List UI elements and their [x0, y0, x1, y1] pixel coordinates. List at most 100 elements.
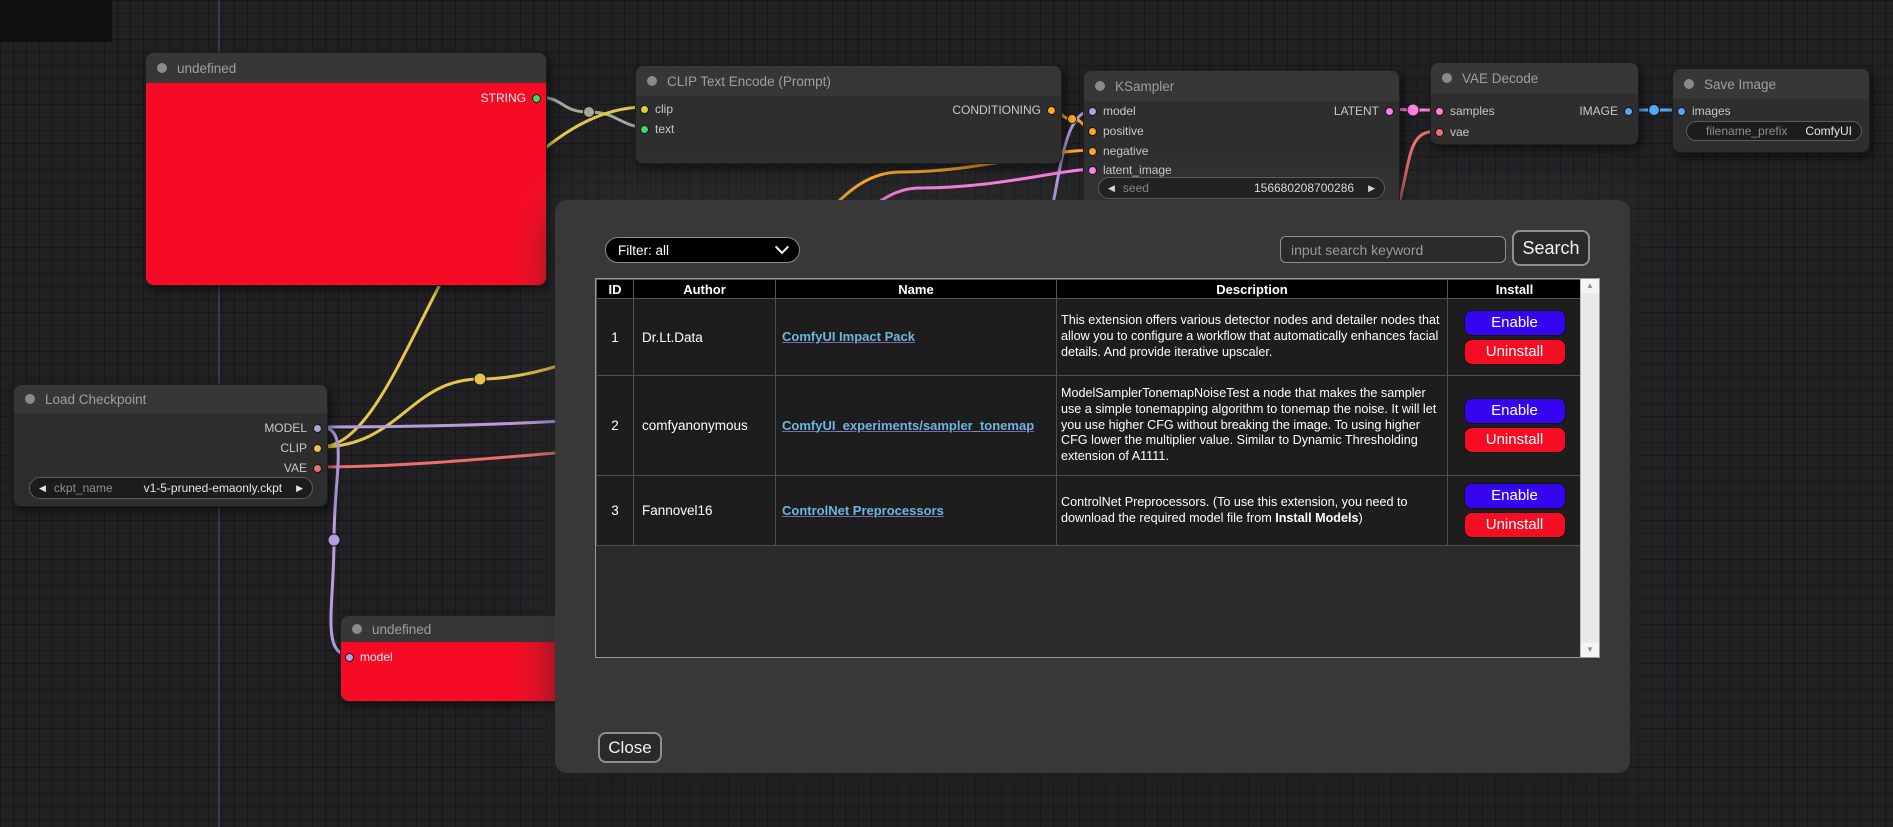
- input-slot-clip[interactable]: clip: [640, 102, 673, 116]
- enable-button[interactable]: Enable: [1464, 483, 1566, 509]
- filter-select[interactable]: Filter: all: [605, 237, 800, 263]
- scroll-down-icon[interactable]: ▼: [1581, 643, 1599, 657]
- node-undefined-bottom[interactable]: undefined model: [340, 615, 587, 702]
- comfyui-canvas[interactable]: undefined STRING CLIP Text Encode (Promp…: [0, 0, 1893, 827]
- node-collapse-dot[interactable]: [1442, 73, 1452, 83]
- cell-id: 2: [597, 376, 634, 476]
- input-slot-samples[interactable]: samples: [1435, 104, 1495, 118]
- slot-dot-vae[interactable]: [1435, 128, 1444, 137]
- cell-description: This extension offers various detector n…: [1057, 299, 1448, 376]
- enable-button[interactable]: Enable: [1464, 310, 1566, 336]
- node-undefined-top[interactable]: undefined STRING: [145, 52, 547, 286]
- link-dot-clip[interactable]: [474, 373, 486, 385]
- output-slot-clip[interactable]: CLIP: [280, 441, 322, 455]
- ckpt-name-widget[interactable]: ◀ ckpt_name v1-5-pruned-emaonly.ckpt ▶: [29, 477, 313, 499]
- cell-description: ControlNet Preprocessors. (To use this e…: [1057, 476, 1448, 546]
- slot-dot-clip[interactable]: [640, 105, 649, 114]
- slot-dot-samples[interactable]: [1435, 107, 1444, 116]
- seed-widget[interactable]: ◀ seed 156680208700286 ▶: [1098, 177, 1385, 199]
- node-collapse-dot[interactable]: [647, 76, 657, 86]
- slot-dot-images[interactable]: [1677, 107, 1686, 116]
- cell-name: ControlNet Preprocessors: [776, 476, 1057, 546]
- slot-dot-positive[interactable]: [1088, 127, 1097, 136]
- increment-arrow-icon[interactable]: ▶: [1368, 183, 1375, 194]
- slot-dot-image[interactable]: [1624, 107, 1633, 116]
- search-button[interactable]: Search: [1512, 230, 1590, 266]
- node-collapse-dot[interactable]: [1684, 79, 1694, 89]
- table-row: 3 Fannovel16 ControlNet Preprocessors Co…: [597, 476, 1582, 546]
- cell-description: ModelSamplerTonemapNoiseTest a node that…: [1057, 376, 1448, 476]
- node-clip-text-encode[interactable]: CLIP Text Encode (Prompt) clip text COND…: [635, 65, 1062, 164]
- slot-dot-model[interactable]: [1088, 107, 1097, 116]
- output-slot-string[interactable]: STRING: [481, 91, 541, 105]
- input-slot-negative[interactable]: negative: [1088, 144, 1148, 158]
- output-slot-image[interactable]: IMAGE: [1579, 104, 1633, 118]
- col-header-name: Name: [776, 280, 1057, 299]
- close-button[interactable]: Close: [598, 732, 662, 763]
- cell-author: Dr.Lt.Data: [634, 299, 776, 376]
- node-title: Save Image: [1704, 77, 1776, 92]
- link-dot-cond[interactable]: [1068, 115, 1077, 124]
- input-slot-vae[interactable]: vae: [1435, 125, 1469, 139]
- output-slot-vae[interactable]: VAE: [284, 461, 322, 475]
- slot-dot-vae[interactable]: [313, 464, 322, 473]
- node-title: undefined: [372, 622, 431, 637]
- link-dot-image[interactable]: [1649, 105, 1660, 116]
- slot-dot-latent-image[interactable]: [1088, 166, 1097, 175]
- search-input[interactable]: [1280, 236, 1506, 263]
- node-load-checkpoint[interactable]: Load Checkpoint MODEL CLIP VAE ◀ ckpt_na…: [13, 384, 328, 507]
- extension-table-container: ID Author Name Description Install 1 Dr.…: [595, 278, 1600, 658]
- output-slot-conditioning[interactable]: CONDITIONING: [952, 103, 1056, 117]
- slot-dot-clip[interactable]: [313, 444, 322, 453]
- link-dot-latent[interactable]: [1407, 104, 1419, 116]
- filename-prefix-widget[interactable]: filename_prefix ComfyUI: [1686, 121, 1862, 141]
- slot-dot-negative[interactable]: [1088, 147, 1097, 156]
- input-slot-latent-image[interactable]: latent_image: [1088, 163, 1172, 177]
- node-title: VAE Decode: [1462, 71, 1538, 86]
- slot-dot-model[interactable]: [313, 424, 322, 433]
- output-slot-latent[interactable]: LATENT: [1334, 104, 1394, 118]
- enable-button[interactable]: Enable: [1464, 398, 1566, 424]
- extension-link[interactable]: ComfyUI Impact Pack: [782, 329, 915, 344]
- slot-dot-model[interactable]: [345, 653, 354, 662]
- link-dot-string[interactable]: [584, 107, 595, 118]
- node-collapse-dot[interactable]: [157, 63, 167, 73]
- input-slot-text[interactable]: text: [640, 122, 674, 136]
- cell-author: Fannovel16: [634, 476, 776, 546]
- output-slot-model[interactable]: MODEL: [264, 421, 322, 435]
- node-title: CLIP Text Encode (Prompt): [667, 74, 831, 89]
- input-slot-positive[interactable]: positive: [1088, 124, 1144, 138]
- slot-dot-conditioning[interactable]: [1047, 106, 1056, 115]
- slot-dot-string[interactable]: [532, 94, 541, 103]
- input-slot-model[interactable]: model: [345, 650, 393, 664]
- link-dot-model[interactable]: [328, 534, 340, 546]
- uninstall-button[interactable]: Uninstall: [1464, 427, 1566, 453]
- node-collapse-dot[interactable]: [25, 394, 35, 404]
- node-collapse-dot[interactable]: [1095, 81, 1105, 91]
- table-row: 2 comfyanonymous ComfyUI_experiments/sam…: [597, 376, 1582, 476]
- node-vae-decode[interactable]: VAE Decode samples vae IMAGE: [1430, 62, 1639, 145]
- node-collapse-dot[interactable]: [352, 624, 362, 634]
- slot-dot-latent[interactable]: [1385, 107, 1394, 116]
- table-row: 1 Dr.Lt.Data ComfyUI Impact Pack This ex…: [597, 299, 1582, 376]
- extension-link[interactable]: ComfyUI_experiments/sampler_tonemap: [782, 418, 1034, 433]
- input-slot-model[interactable]: model: [1088, 104, 1136, 118]
- col-header-description: Description: [1057, 280, 1448, 299]
- table-scrollbar[interactable]: ▲ ▼: [1580, 279, 1599, 657]
- col-header-author: Author: [634, 280, 776, 299]
- extension-manager-dialog: Filter: all Search ID Author Name Descri…: [555, 200, 1630, 773]
- next-arrow-icon[interactable]: ▶: [296, 483, 303, 494]
- scroll-up-icon[interactable]: ▲: [1581, 279, 1599, 293]
- input-slot-images[interactable]: images: [1677, 104, 1731, 118]
- decrement-arrow-icon[interactable]: ◀: [1108, 183, 1115, 194]
- prev-arrow-icon[interactable]: ◀: [39, 483, 46, 494]
- col-header-id: ID: [597, 280, 634, 299]
- uninstall-button[interactable]: Uninstall: [1464, 339, 1566, 365]
- col-header-install: Install: [1448, 280, 1582, 299]
- node-save-image[interactable]: Save Image images filename_prefix ComfyU…: [1672, 68, 1870, 153]
- extension-link[interactable]: ControlNet Preprocessors: [782, 503, 944, 518]
- cell-install: Enable Uninstall: [1448, 476, 1582, 546]
- slot-dot-text[interactable]: [640, 125, 649, 134]
- uninstall-button[interactable]: Uninstall: [1464, 512, 1566, 538]
- node-title: undefined: [177, 61, 236, 76]
